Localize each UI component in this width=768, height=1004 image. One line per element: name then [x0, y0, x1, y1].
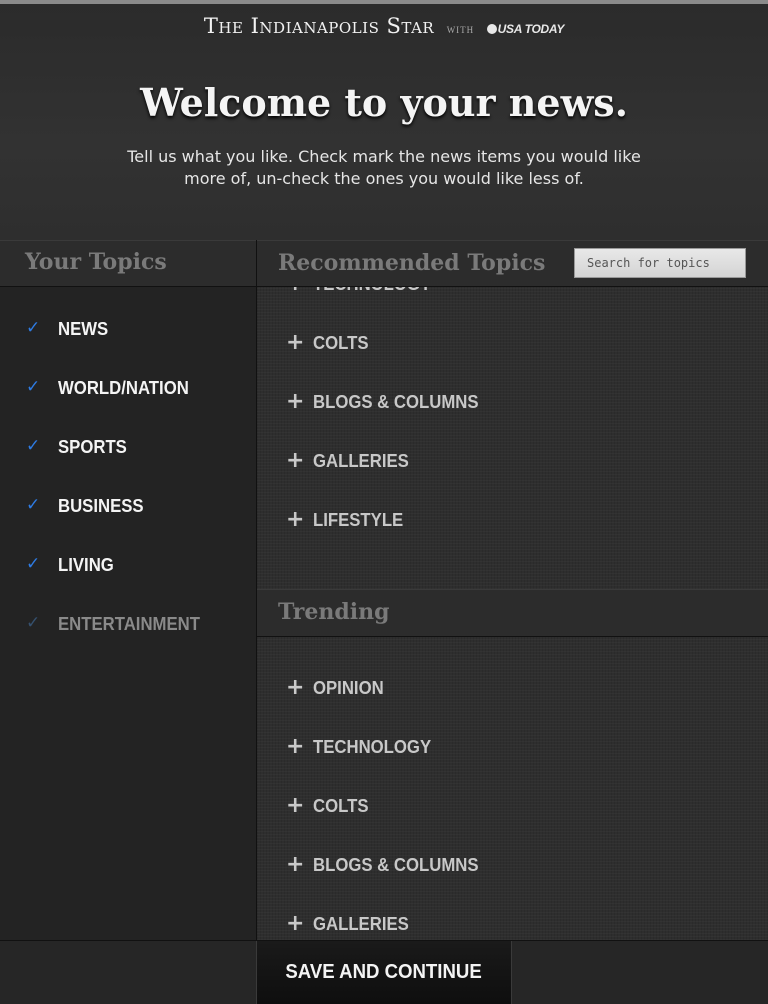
save-and-continue-button[interactable]: SAVE AND CONTINUE	[256, 941, 512, 1004]
recommended-item-label: LIFESTYLE	[313, 510, 404, 530]
usa-today-dot-icon	[486, 24, 497, 34]
plus-icon[interactable]: +	[286, 389, 304, 415]
checkmark-icon[interactable]: ✓	[26, 613, 40, 633]
footer-bar: SAVE AND CONTINUE	[0, 940, 768, 1004]
trending-item-technology[interactable]: + TECHNOLOGY	[257, 734, 768, 774]
trending-item-colts[interactable]: + COLTS	[257, 793, 768, 833]
your-topic-sports[interactable]: ✓ SPORTS	[0, 434, 256, 474]
recommended-item-label: COLTS	[313, 333, 369, 353]
trending-title: Trending	[278, 599, 390, 625]
checkmark-icon[interactable]: ✓	[26, 554, 40, 574]
recommended-item-colts[interactable]: + COLTS	[257, 330, 768, 370]
your-topics-column: Your Topics ✓ NEWS ✓ WORLD/NATION ✓ SPOR…	[0, 240, 256, 940]
plus-icon[interactable]: +	[286, 734, 304, 760]
page-title: Welcome to your news.	[140, 80, 628, 125]
recommended-topics-title: Recommended Topics	[278, 250, 546, 276]
trending-item-label: TECHNOLOGY	[313, 737, 432, 757]
recommended-item-label: BLOGS & COLUMNS	[313, 392, 479, 412]
page-subtitle: Tell us what you like. Check mark the ne…	[127, 147, 641, 188]
recommended-item-blogs-columns[interactable]: + BLOGS & COLUMNS	[257, 389, 768, 429]
plus-icon[interactable]: +	[286, 448, 304, 474]
trending-item-label: COLTS	[313, 796, 369, 816]
your-topic-world-nation[interactable]: ✓ WORLD/NATION	[0, 375, 256, 415]
recommended-topics-header: Recommended Topics	[257, 240, 768, 287]
checkmark-icon[interactable]: ✓	[26, 318, 40, 338]
checkmark-icon[interactable]: ✓	[26, 377, 40, 397]
plus-icon[interactable]: +	[286, 507, 304, 533]
plus-icon[interactable]: +	[286, 852, 304, 878]
usa-today-logo: USA TODAY	[486, 22, 565, 36]
topic-search-input[interactable]	[574, 248, 746, 278]
trending-list[interactable]: + OPINION + TECHNOLOGY + COLTS + BLOGS &…	[257, 637, 768, 940]
topic-label: BUSINESS	[58, 496, 144, 516]
plus-icon[interactable]: +	[286, 287, 304, 297]
your-topic-business[interactable]: ✓ BUSINESS	[0, 493, 256, 533]
recommended-item-technology[interactable]: + TECHNOLOGY	[257, 287, 768, 311]
brand-logo: The Indianapolis Star with USA TODAY	[0, 14, 768, 38]
your-topics-title: Your Topics	[25, 249, 167, 275]
topic-label: NEWS	[58, 319, 109, 339]
brand-partner: USA TODAY	[497, 22, 565, 36]
welcome-header: The Indianapolis Star with USA TODAY Wel…	[0, 4, 768, 240]
your-topic-news[interactable]: ✓ NEWS	[0, 316, 256, 356]
trending-item-opinion[interactable]: + OPINION	[257, 675, 768, 715]
plus-icon[interactable]: +	[286, 675, 304, 701]
checkmark-icon[interactable]: ✓	[26, 495, 40, 515]
topic-label: WORLD/NATION	[58, 378, 189, 398]
recommended-item-lifestyle[interactable]: + LIFESTYLE	[257, 507, 768, 547]
topic-label: ENTERTAINMENT	[58, 614, 200, 634]
topic-label: LIVING	[58, 555, 114, 575]
topic-label: SPORTS	[58, 437, 127, 457]
recommended-item-label: TECHNOLOGY	[313, 287, 431, 295]
trending-item-label: BLOGS & COLUMNS	[313, 855, 479, 875]
trending-item-label: OPINION	[313, 678, 384, 698]
recommended-topics-list[interactable]: + TECHNOLOGY + COLTS + BLOGS & COLUMNS +…	[257, 287, 768, 589]
trending-item-label: GALLERIES	[313, 914, 409, 934]
recommended-item-label: GALLERIES	[313, 451, 409, 471]
your-topics-header: Your Topics	[0, 240, 256, 287]
save-button-label: SAVE AND CONTINUE	[285, 961, 483, 983]
checkmark-icon[interactable]: ✓	[26, 436, 40, 456]
trending-item-blogs-columns[interactable]: + BLOGS & COLUMNS	[257, 852, 768, 892]
trending-header: Trending	[257, 589, 768, 637]
recommended-item-galleries[interactable]: + GALLERIES	[257, 448, 768, 488]
plus-icon[interactable]: +	[286, 330, 304, 356]
plus-icon[interactable]: +	[286, 911, 304, 937]
trending-item-galleries[interactable]: + GALLERIES	[257, 911, 768, 940]
plus-icon[interactable]: +	[286, 793, 304, 819]
your-topic-living[interactable]: ✓ LIVING	[0, 552, 256, 592]
brand-name: The Indianapolis Star	[203, 14, 435, 38]
your-topic-entertainment[interactable]: ✓ ENTERTAINMENT	[0, 611, 256, 651]
brand-with: with	[446, 25, 475, 35]
